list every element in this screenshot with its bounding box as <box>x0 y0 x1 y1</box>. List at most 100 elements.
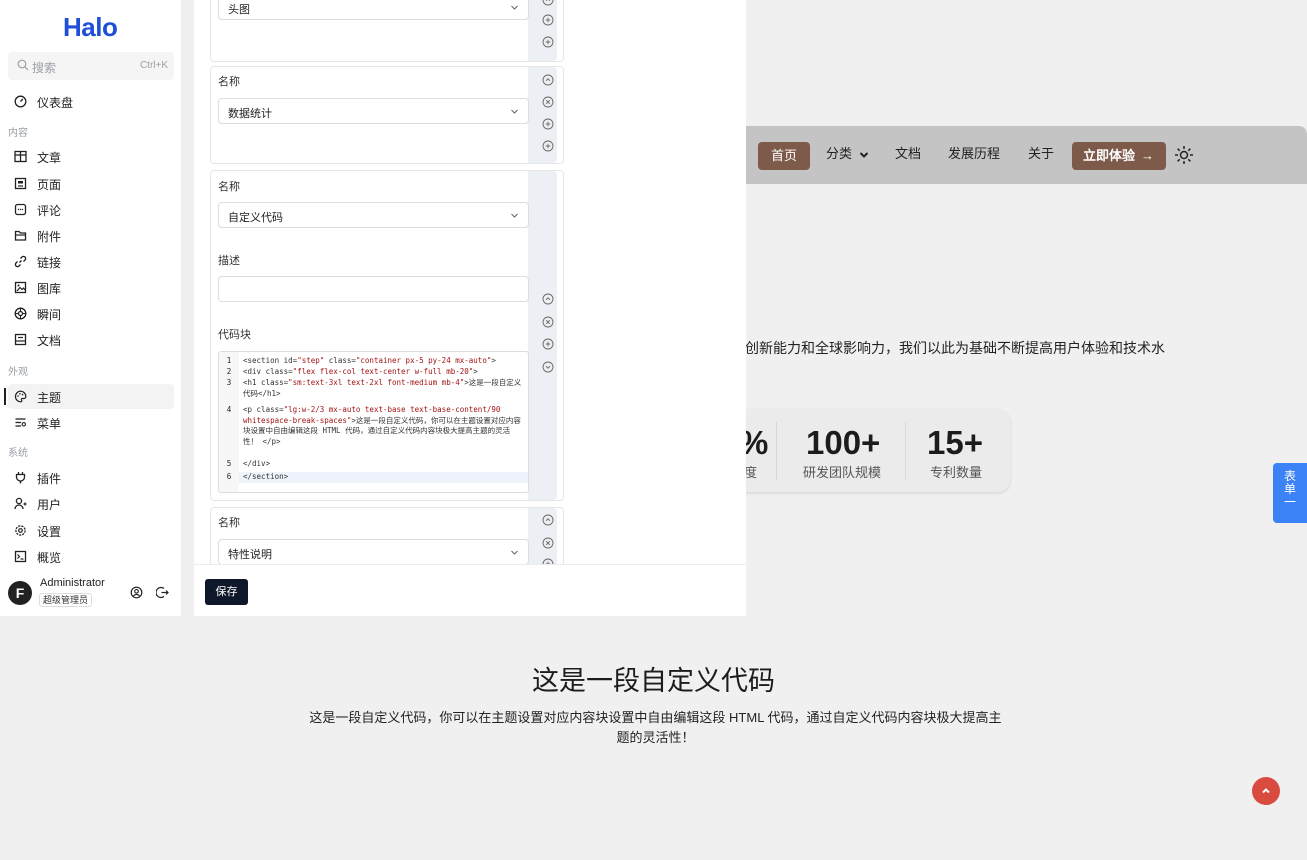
stat-label: 研发团队规模 <box>803 465 882 480</box>
remove-circle-icon[interactable] <box>542 316 554 328</box>
sidebar-item-settings[interactable]: 设置 <box>8 518 174 543</box>
add-circle-icon[interactable] <box>542 338 554 350</box>
page-icon <box>14 177 27 190</box>
nav-category-link[interactable]: 分类 <box>826 143 869 162</box>
sidebar-item-dashboard[interactable]: 仪表盘 <box>8 89 174 114</box>
field-label: 名称 <box>218 76 240 88</box>
chevron-up-icon <box>1262 788 1270 794</box>
sidebar-item-overview[interactable]: 概览 <box>8 544 174 569</box>
select-value: 头图 <box>228 4 250 16</box>
move-up-icon[interactable] <box>542 514 554 526</box>
book-icon <box>14 150 27 163</box>
sidebar-item-menus[interactable]: 菜单 <box>8 410 174 435</box>
select-value: 自定义代码 <box>228 212 283 224</box>
nav-home-link[interactable]: 首页 <box>758 142 810 170</box>
menu-list-icon <box>15 418 27 427</box>
nav-about-link[interactable]: 关于 <box>1028 143 1054 162</box>
dashboard-icon <box>14 95 27 108</box>
move-up-icon[interactable] <box>542 74 554 86</box>
sidebar-item-posts[interactable]: 文章 <box>8 144 174 169</box>
line-number: 4 <box>226 405 232 414</box>
block-controls <box>528 171 557 500</box>
avatar[interactable]: F <box>8 581 32 605</box>
user-role-badge: 超级管理员 <box>39 593 93 607</box>
add-circle-icon[interactable] <box>542 140 554 152</box>
sidebar-item-label: 仪表盘 <box>37 96 74 110</box>
menu-group-title: 系统 <box>8 448 28 459</box>
save-bar <box>194 564 746 616</box>
block-type-select[interactable]: 自定义代码 <box>218 202 529 228</box>
menu-group-title: 内容 <box>8 128 28 139</box>
nav-history-link[interactable]: 发展历程 <box>948 143 1000 162</box>
custom-code-title: 这是一段自定义代码 <box>532 666 775 696</box>
code-line: <h1 class="sm:text-3xl text-2xl font-med… <box>243 378 522 398</box>
sidebar-item-themes[interactable]: 主题 <box>4 384 174 409</box>
sidebar-item-label: 附件 <box>37 230 62 244</box>
field-label: 描述 <box>218 255 240 267</box>
code-line: </div> <box>243 459 271 468</box>
document-icon <box>14 333 27 346</box>
aperture-icon <box>14 307 27 320</box>
add-circle-icon[interactable] <box>542 118 554 130</box>
nav-docs-link[interactable]: 文档 <box>895 143 921 162</box>
block-type-select[interactable]: 头图 <box>218 0 529 20</box>
chevron-down-icon <box>511 550 518 555</box>
form-float-tab[interactable]: 表单一 <box>1273 463 1307 523</box>
sidebar-item-label: 概览 <box>37 551 62 565</box>
user-name: Administrator <box>40 577 105 589</box>
stat-label: 专利数量 <box>930 465 983 480</box>
search-icon <box>17 59 29 71</box>
code-line: </section> <box>243 472 289 481</box>
move-up-icon[interactable] <box>542 293 554 305</box>
plug-icon <box>15 472 26 484</box>
sidebar-item-label: 文章 <box>37 151 62 165</box>
remove-circle-icon[interactable] <box>542 96 554 108</box>
try-now-button[interactable]: 立即体验 → <box>1072 142 1166 170</box>
field-label: 名称 <box>218 181 240 193</box>
select-value: 数据统计 <box>228 108 272 120</box>
form-float-tab-label: 表单一 <box>1283 469 1296 509</box>
logout-icon[interactable] <box>156 586 169 599</box>
description-input[interactable] <box>218 276 529 302</box>
sidebar-item-label: 插件 <box>37 472 62 486</box>
sidebar-item-users[interactable]: 用户 <box>8 491 174 516</box>
remove-circle-icon[interactable] <box>542 537 554 549</box>
sidebar-item-pages[interactable]: 页面 <box>8 171 174 196</box>
sidebar-item-label: 主题 <box>37 391 62 405</box>
move-up-icon[interactable] <box>542 0 554 6</box>
sidebar-item-links[interactable]: 链接 <box>8 249 174 274</box>
add-circle-icon[interactable] <box>542 36 554 48</box>
site-intro-text: 创新能力和全球影响力，我们以此为基础不断提高用户体验和技术水 <box>745 340 1165 356</box>
sidebar-item-comments[interactable]: 评论 <box>8 197 174 222</box>
select-value: 特性说明 <box>228 549 272 561</box>
move-down-icon[interactable] <box>542 361 554 373</box>
line-number: 5 <box>226 459 232 468</box>
search-input[interactable]: 搜索 Ctrl+K <box>8 52 174 80</box>
profile-icon[interactable] <box>130 586 143 599</box>
code-line: <section id="step" class="container px-5… <box>243 356 496 365</box>
sidebar-item-plugins[interactable]: 插件 <box>8 465 174 490</box>
sidebar-item-label: 文档 <box>37 334 62 348</box>
sidebar-item-label: 设置 <box>37 525 62 539</box>
sidebar-item-docs[interactable]: 文档 <box>8 327 174 352</box>
back-to-top-button[interactable] <box>1252 777 1280 805</box>
field-label: 代码块 <box>218 329 251 341</box>
try-now-label: 立即体验 <box>1083 148 1136 163</box>
arrow-right-icon: → <box>1141 148 1154 163</box>
comment-icon <box>14 203 27 216</box>
line-number: 3 <box>226 378 232 387</box>
save-button[interactable]: 保存 <box>205 579 248 605</box>
block-type-select[interactable]: 特性说明 <box>218 539 529 565</box>
sidebar-item-photos[interactable]: 图库 <box>8 275 174 300</box>
admin-sidebar: Halo 搜索 Ctrl+K 仪表盘 内容 文章 页面 评论 附件 链接 图库 … <box>0 0 182 616</box>
sidebar-item-label: 菜单 <box>37 417 62 431</box>
sidebar-item-attachments[interactable]: 附件 <box>8 223 174 248</box>
sun-icon[interactable] <box>1174 145 1194 165</box>
sidebar-item-moments[interactable]: 瞬间 <box>8 301 174 326</box>
block-type-select[interactable]: 数据统计 <box>218 98 529 124</box>
code-editor[interactable]: 1 2 3 4 5 6 <section id="step" class="co… <box>218 351 529 493</box>
stat-value: 100+ <box>806 424 881 461</box>
add-circle-icon[interactable] <box>542 14 554 26</box>
sidebar-item-label: 页面 <box>37 178 62 192</box>
sidebar-item-label: 瞬间 <box>37 308 62 322</box>
